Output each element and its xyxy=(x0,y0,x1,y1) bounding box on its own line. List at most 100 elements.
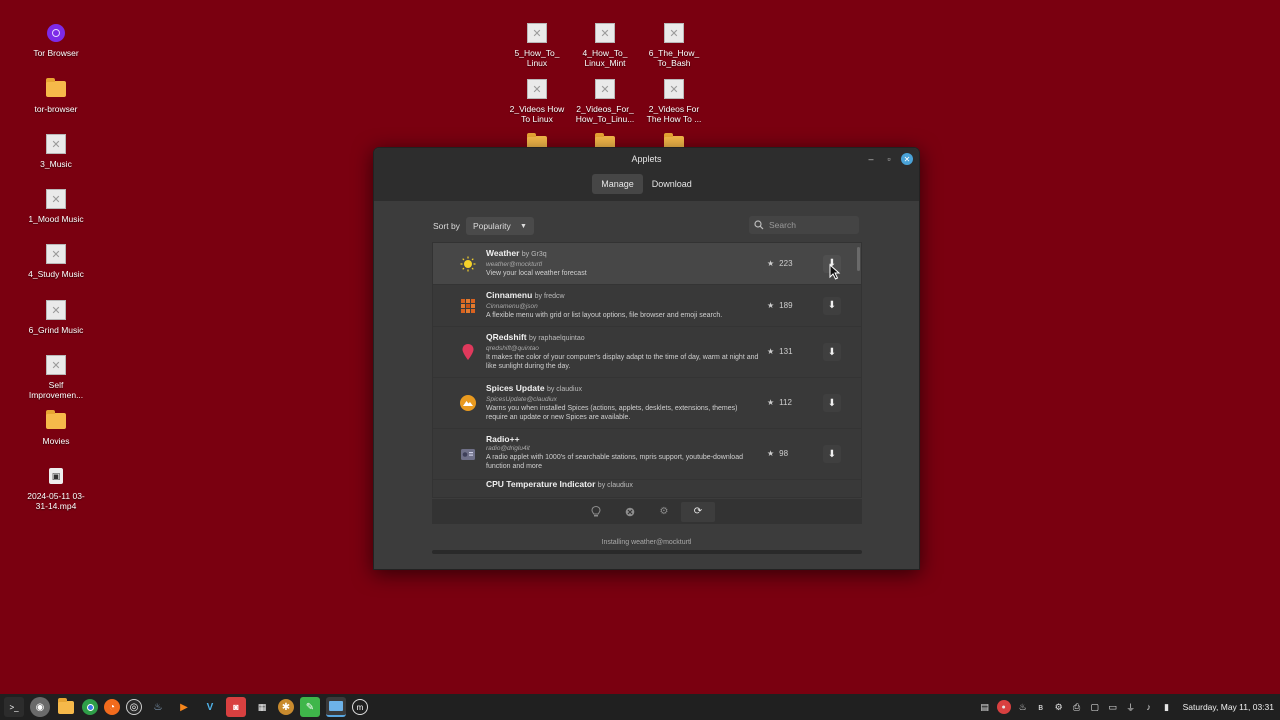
window-controls: – ▫ ✕ xyxy=(865,153,913,165)
search-icon xyxy=(754,220,764,230)
download-button[interactable]: ⬇ xyxy=(823,445,841,463)
broken-link-icon: ✕ xyxy=(45,299,67,321)
star-icon: ★ xyxy=(767,258,775,268)
volume-icon[interactable]: ♪ xyxy=(1143,701,1155,713)
uninstall-icon[interactable] xyxy=(613,502,647,522)
applet-uuid: radio@driglu4it xyxy=(486,445,530,452)
applet-name: QRedshift by raphaelquintao xyxy=(486,332,585,342)
chrome-icon[interactable] xyxy=(82,699,98,715)
window-titlebar[interactable]: Applets – ▫ ✕ Manage Download xyxy=(374,148,919,201)
broken-link-icon: ✕ xyxy=(45,188,67,210)
applet-description: It makes the color of your computer's di… xyxy=(486,354,759,370)
mint-menu-icon[interactable]: m xyxy=(352,699,368,715)
video-editor-icon[interactable]: ▦ xyxy=(252,697,272,717)
tab-download[interactable]: Download xyxy=(643,174,701,194)
disk-icon[interactable]: ◉ xyxy=(30,697,50,717)
star-icon: ★ xyxy=(767,449,775,458)
steam-icon[interactable]: ♨ xyxy=(148,697,168,717)
desktop-icon-5-how-to-linux[interactable]: ✕ 5_How_To_ Linux xyxy=(499,22,575,68)
desktop-icon-tor-browser[interactable]: Tor Browser xyxy=(18,22,94,58)
folder-icon xyxy=(45,410,67,432)
desktop-icon-label: 4_How_To_ Linux_Mint xyxy=(582,48,628,68)
bluetooth-icon[interactable]: ʙ xyxy=(1035,701,1047,713)
applet-author: by fredcw xyxy=(534,293,565,300)
applet-description: View your local weather forecast xyxy=(486,270,587,277)
camera-icon[interactable]: ◙ xyxy=(226,697,246,717)
sort-row: Sort by Popularity ▼ xyxy=(433,217,534,235)
display-icon[interactable]: ▭ xyxy=(1107,701,1119,713)
taskbar-clock[interactable]: Saturday, May 11, 03:31 xyxy=(1183,702,1274,712)
firefox-icon[interactable]: ◔ xyxy=(104,699,120,715)
applet-row-spices-update[interactable]: Spices Update by claudiux SpicesUpdate@c… xyxy=(433,378,861,429)
sort-dropdown[interactable]: Popularity ▼ xyxy=(465,217,534,235)
applet-row-qredshift[interactable]: QRedshift by raphaelquintao qredshift@qu… xyxy=(433,327,861,378)
desktop-icon-self-improvement[interactable]: ✕ Self Improvemen... xyxy=(18,354,94,400)
desktop-icon-2-videos-for-how-to-linux[interactable]: ✕ 2_Videos_For_ How_To_Linu... xyxy=(567,78,643,124)
desktop-icon-label: 3_Music xyxy=(40,159,72,169)
battery-icon[interactable]: ▮ xyxy=(1161,701,1173,713)
terminal-icon[interactable]: >_ xyxy=(4,697,24,717)
applet-author: by raphaelquintao xyxy=(529,335,585,342)
broken-link-icon: ✕ xyxy=(594,78,616,100)
files-icon[interactable] xyxy=(56,697,76,717)
applet-list[interactable]: Weather by Gr3q weather@mockturtl View y… xyxy=(432,242,862,498)
settings-app-icon[interactable]: ✱ xyxy=(278,699,294,715)
star-icon: ★ xyxy=(767,347,775,356)
download-button[interactable]: ⬇ xyxy=(823,394,841,412)
printer-icon[interactable]: ⎙ xyxy=(1071,701,1083,713)
desktop-icon-label: 2_Videos For The How To ... xyxy=(646,104,702,124)
obs-icon[interactable]: ◎ xyxy=(126,699,142,715)
search-input[interactable] xyxy=(769,220,855,230)
applet-row-cpu-temperature[interactable]: CPU Temperature Indicator by claudiux xyxy=(433,479,861,497)
desktop-icon-6-grind-music[interactable]: ✕ 6_Grind Music xyxy=(18,299,94,335)
applet-score: ★ 98 xyxy=(767,449,789,458)
applet-score: ★ 131 xyxy=(767,347,793,356)
applets-window-taskbar-icon[interactable] xyxy=(326,697,346,717)
info-icon[interactable] xyxy=(579,502,613,522)
clipboard-icon[interactable]: ▢ xyxy=(1089,701,1101,713)
broken-link-icon: ✕ xyxy=(45,243,67,265)
window-list-icon[interactable]: ▤ xyxy=(979,701,991,713)
desktop-icon-label: 2024-05-11 03-31-14.mp4 xyxy=(27,491,85,511)
applet-uuid: qredshift@quintao xyxy=(486,345,539,352)
desktop-icon-2-videos-how-to-linux[interactable]: ✕ 2_Videos How To Linux xyxy=(499,78,575,124)
applet-row-cinnamenu[interactable]: Cinnamenu by fredcw Cinnamenu@json A fle… xyxy=(433,285,861,327)
minimize-icon[interactable]: – xyxy=(865,153,877,165)
desktop-icon-6-the-how-to-bash[interactable]: ✕ 6_The_How_ To_Bash xyxy=(636,22,712,68)
steam-tray-icon[interactable]: ♨ xyxy=(1017,701,1029,713)
desktop-icon-1-mood-music[interactable]: ✕ 1_Mood Music xyxy=(18,188,94,224)
list-scrollbar[interactable] xyxy=(857,247,860,271)
close-icon[interactable]: ✕ xyxy=(901,153,913,165)
download-arrow-icon: ⬇ xyxy=(827,300,837,311)
desktop-icon-tor-browser-folder[interactable]: tor-browser xyxy=(18,78,94,114)
refresh-icon[interactable]: ⟳ xyxy=(681,501,715,522)
desktop-icon-4-how-to-linux-mint[interactable]: ✕ 4_How_To_ Linux_Mint xyxy=(567,22,643,68)
desktop-icon-4-study-music[interactable]: ✕ 4_Study Music xyxy=(18,243,94,279)
download-button[interactable]: ⬇ xyxy=(823,296,841,315)
vlc-icon[interactable]: ▶ xyxy=(174,697,194,717)
applet-row-weather[interactable]: Weather by Gr3q weather@mockturtl View y… xyxy=(433,243,861,285)
applet-score: ★ 223 xyxy=(767,258,793,268)
network-icon[interactable]: ⏚ xyxy=(1125,701,1137,713)
applet-author: by claudiux xyxy=(597,482,633,489)
desktop-icon-2-videos-for-the-how-to[interactable]: ✕ 2_Videos For The How To ... xyxy=(636,78,712,124)
status-text: Installing weather@mockturtl xyxy=(601,539,692,546)
draw-icon[interactable]: ✎ xyxy=(300,697,320,717)
record-icon[interactable]: ● xyxy=(996,700,1011,714)
gear-tray-icon[interactable]: ⚙ xyxy=(1053,701,1065,713)
vscode-icon[interactable]: V xyxy=(200,697,220,717)
tab-manage[interactable]: Manage xyxy=(592,174,643,194)
applet-row-radio[interactable]: Radio++ radio@driglu4it A radio applet w… xyxy=(433,429,861,480)
desktop-icon-video-file[interactable]: ▣ 2024-05-11 03-31-14.mp4 xyxy=(18,465,94,511)
applet-name: Spices Update by claudiux xyxy=(486,383,582,393)
star-icon: ★ xyxy=(767,300,775,310)
download-button[interactable]: ⬇ xyxy=(823,343,841,361)
maximize-icon[interactable]: ▫ xyxy=(883,153,895,165)
desktop-icon-3-music[interactable]: ✕ 3_Music xyxy=(18,133,94,169)
search-box xyxy=(749,216,859,234)
desktop-icon-movies[interactable]: Movies xyxy=(18,410,94,446)
broken-link-icon: ✕ xyxy=(526,22,548,44)
gear-icon[interactable]: ⚙ xyxy=(647,502,681,522)
desktop-icon-label: 6_The_How_ To_Bash xyxy=(648,48,700,68)
chevron-down-icon: ▼ xyxy=(520,222,527,230)
